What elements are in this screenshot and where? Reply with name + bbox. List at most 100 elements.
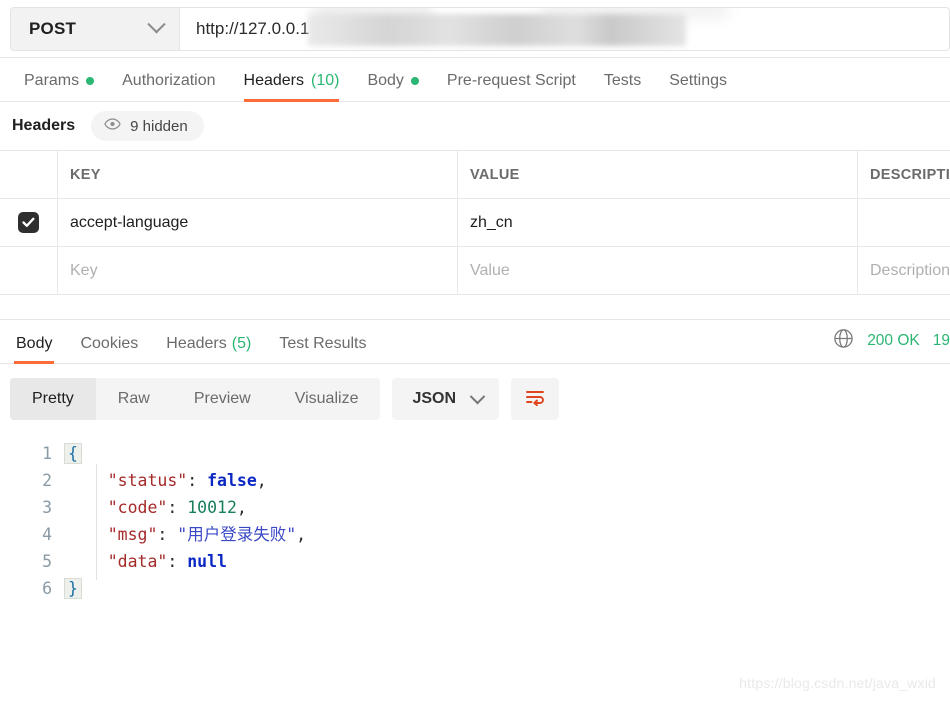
- tab-pre-request-script[interactable]: Pre-request Script: [433, 72, 590, 101]
- response-time: 19: [933, 332, 950, 350]
- line-number: 3: [0, 494, 52, 521]
- eye-icon: [104, 117, 121, 135]
- row-key-cell[interactable]: accept-language: [58, 199, 458, 246]
- placeholder-description-input[interactable]: Description: [858, 247, 950, 294]
- code-token-pun: :: [157, 525, 177, 544]
- column-header-value: VALUE: [458, 151, 858, 198]
- code-token-pun: :: [167, 498, 187, 517]
- tab-tests[interactable]: Tests: [590, 72, 655, 101]
- response-body-viewer[interactable]: 1 2 3 4 5 6 { "status": false, "code": 1…: [0, 432, 950, 602]
- column-header-description: DESCRIPTION: [858, 151, 950, 198]
- word-wrap-toggle[interactable]: [511, 378, 559, 420]
- tab-tests-label: Tests: [604, 72, 641, 90]
- code-line: "code": 10012,: [68, 494, 950, 521]
- response-tab-cookies[interactable]: Cookies: [66, 335, 152, 363]
- row-description-cell[interactable]: [858, 199, 950, 246]
- line-number: 5: [0, 548, 52, 575]
- code-line: "msg": "用户登录失败",: [68, 521, 950, 548]
- request-url-bar: POST http://127.0.0.1: [0, 0, 950, 58]
- response-json-code: { "status": false, "code": 10012, "msg":…: [68, 440, 950, 602]
- placeholder-value-input[interactable]: Value: [458, 247, 858, 294]
- response-view-mode-group: Pretty Raw Preview Visualize: [10, 378, 380, 420]
- response-tab-bar: Body Cookies Headers (5) Test Results 20…: [0, 320, 950, 364]
- line-number: 1: [0, 440, 52, 467]
- response-tab-headers-count: (5): [232, 335, 252, 353]
- response-tabs: Body Cookies Headers (5) Test Results: [2, 335, 380, 363]
- tab-headers-label: Headers: [244, 72, 304, 90]
- globe-icon: [833, 328, 854, 354]
- code-token-pun: ,: [257, 471, 267, 490]
- line-number-gutter: 1 2 3 4 5 6: [0, 440, 68, 602]
- response-tab-headers[interactable]: Headers (5): [152, 335, 265, 363]
- tab-authorization-label: Authorization: [122, 72, 215, 90]
- response-tab-body-label: Body: [16, 335, 52, 353]
- view-mode-raw[interactable]: Raw: [96, 378, 172, 420]
- code-token-str: "用户登录失败": [177, 525, 296, 544]
- response-tab-test-results[interactable]: Test Results: [265, 335, 380, 363]
- headers-table: KEY VALUE DESCRIPTION accept-language zh…: [0, 150, 950, 295]
- http-method-label: POST: [29, 19, 76, 39]
- code-token-lit: false: [207, 471, 257, 490]
- response-status-meta: 200 OK 19: [833, 328, 950, 363]
- code-lines-container: { "status": false, "code": 10012, "msg":…: [68, 440, 950, 602]
- tab-headers[interactable]: Headers (10): [230, 72, 354, 101]
- row-checkbox-checked[interactable]: [18, 212, 39, 233]
- tab-pre-request-script-label: Pre-request Script: [447, 72, 576, 90]
- code-token-num: 10012: [187, 498, 237, 517]
- response-tab-test-results-label: Test Results: [279, 335, 366, 353]
- pane-divider[interactable]: [0, 312, 950, 320]
- http-method-selector[interactable]: POST: [10, 7, 180, 51]
- row-checkbox-cell: [0, 199, 58, 246]
- code-fold-marker: }: [64, 578, 82, 599]
- code-token-key: "status": [108, 471, 187, 490]
- header-cell-select: [0, 151, 58, 198]
- code-token-pun: ,: [237, 498, 247, 517]
- tab-body-label: Body: [367, 72, 403, 90]
- watermark-text: https://blog.csdn.net/java_wxid: [739, 675, 936, 691]
- code-line: {: [68, 440, 950, 467]
- code-token-pun: :: [187, 471, 207, 490]
- hidden-headers-count-label: 9 hidden: [130, 118, 188, 135]
- tab-params[interactable]: Params: [10, 72, 108, 101]
- response-format-toolbar: Pretty Raw Preview Visualize JSON: [0, 364, 950, 432]
- headers-title: Headers: [12, 117, 75, 135]
- placeholder-key-input[interactable]: Key: [58, 247, 458, 294]
- table-header-row: KEY VALUE DESCRIPTION: [0, 151, 950, 199]
- row-key-text: accept-language: [70, 214, 188, 232]
- table-row-placeholder[interactable]: Key Value Description: [0, 247, 950, 295]
- tab-params-label: Params: [24, 72, 79, 90]
- code-fold-marker: {: [64, 443, 82, 464]
- request-url-text: http://127.0.0.1: [196, 19, 309, 39]
- status-badge: 200 OK: [867, 332, 920, 350]
- tab-settings-label: Settings: [669, 72, 727, 90]
- view-mode-preview[interactable]: Preview: [172, 378, 273, 420]
- indent-guide: [96, 464, 97, 580]
- tab-headers-count: (10): [311, 72, 339, 90]
- modified-dot-icon: [411, 77, 419, 85]
- view-mode-pretty[interactable]: Pretty: [10, 378, 96, 420]
- word-wrap-icon: [524, 388, 546, 411]
- tab-authorization[interactable]: Authorization: [108, 72, 229, 101]
- line-number: 2: [0, 467, 52, 494]
- row-value-cell[interactable]: zh_cn: [458, 199, 858, 246]
- code-line: }: [68, 575, 950, 602]
- code-token-key: "msg": [108, 525, 158, 544]
- tab-body[interactable]: Body: [353, 72, 432, 101]
- tab-settings[interactable]: Settings: [655, 72, 741, 101]
- code-token-pun: :: [167, 552, 187, 571]
- headers-section-header: Headers 9 hidden: [0, 102, 950, 150]
- table-row[interactable]: accept-language zh_cn: [0, 199, 950, 247]
- code-token-key: "data": [108, 552, 168, 571]
- request-url-input[interactable]: http://127.0.0.1: [180, 7, 950, 51]
- column-header-key: KEY: [58, 151, 458, 198]
- response-tab-cookies-label: Cookies: [80, 335, 138, 353]
- request-tab-bar: Params Authorization Headers (10) Body P…: [0, 58, 950, 102]
- response-language-selector[interactable]: JSON: [392, 378, 499, 420]
- code-token-pun: ,: [296, 525, 306, 544]
- line-number: 4: [0, 521, 52, 548]
- response-tab-headers-label: Headers: [166, 335, 226, 353]
- hidden-headers-toggle[interactable]: 9 hidden: [91, 111, 204, 141]
- chevron-down-icon: [147, 15, 165, 33]
- response-tab-body[interactable]: Body: [2, 335, 66, 363]
- view-mode-visualize[interactable]: Visualize: [273, 378, 381, 420]
